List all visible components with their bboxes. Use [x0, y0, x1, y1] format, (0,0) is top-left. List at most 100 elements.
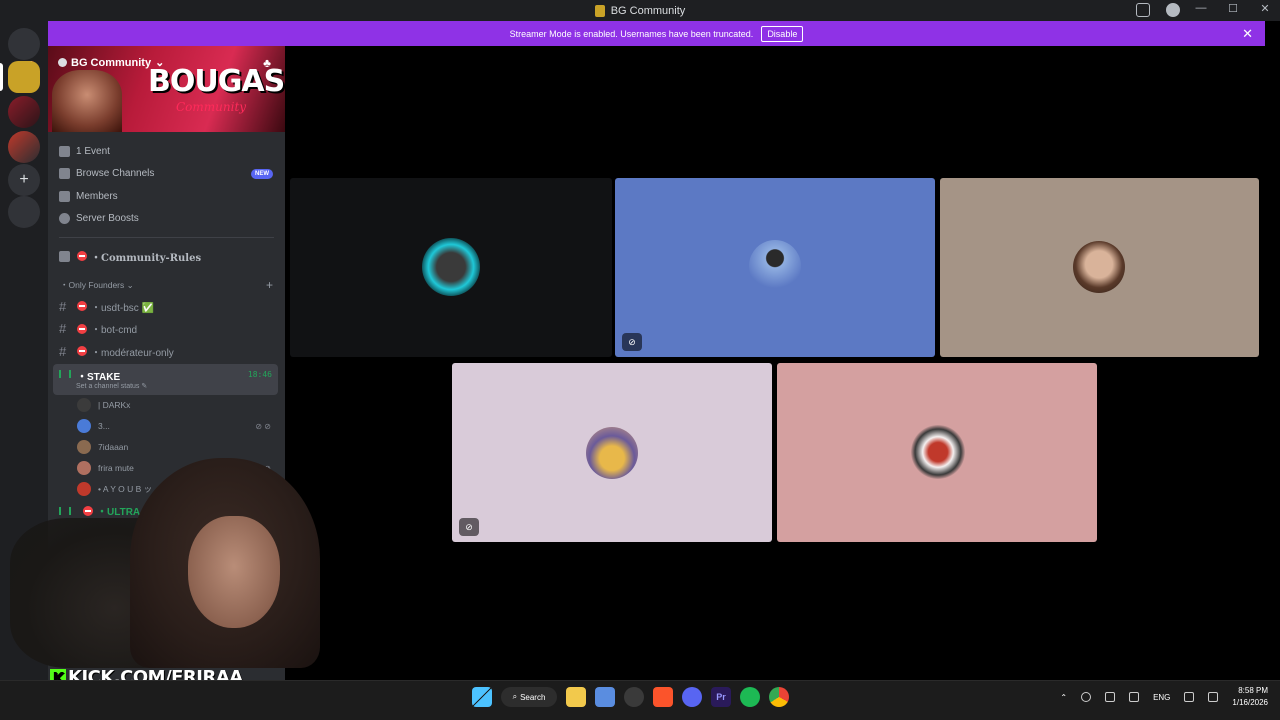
- add-server-icon[interactable]: +: [8, 164, 40, 196]
- keyboard-icon[interactable]: [1129, 692, 1140, 702]
- calendar-icon: [59, 145, 70, 157]
- voice-user[interactable]: 7idaaan: [48, 437, 285, 458]
- video-off-icon: ⊘: [459, 518, 479, 536]
- maximize-button[interactable]: ☐: [1226, 2, 1240, 15]
- chevron-down-icon: ⌄: [155, 57, 165, 69]
- server-banner[interactable]: BOUGASSAA Community BG Community ⌄ ♣: [48, 46, 285, 132]
- hashtag-icon: #: [59, 298, 67, 314]
- server-boosts-item[interactable]: Server Boosts: [48, 208, 285, 231]
- server-bg-community-icon[interactable]: [8, 61, 40, 93]
- help-icon[interactable]: [1166, 3, 1180, 17]
- clock-date: 1/16/2026: [1232, 698, 1268, 707]
- channel-usdt-bsc[interactable]: # ・usdt-bsc ✅: [48, 295, 285, 318]
- channel-label: ・usdt-bsc ✅: [91, 302, 155, 314]
- voice-user[interactable]: 3... ⊘ ⊘: [48, 416, 285, 437]
- close-window-button[interactable]: ✕: [1258, 2, 1272, 15]
- discord-icon[interactable]: [682, 687, 702, 707]
- chrome-icon[interactable]: [769, 687, 789, 707]
- search-label: Search: [520, 692, 546, 702]
- voice-activity-icon: [59, 369, 71, 378]
- browse-channels-label: Browse Channels: [76, 168, 155, 180]
- close-icon[interactable]: ✕: [1242, 26, 1253, 42]
- minimize-button[interactable]: —: [1194, 2, 1208, 15]
- voice-user[interactable]: | DARKx: [48, 395, 285, 416]
- app-logo-icon: [594, 4, 605, 17]
- avatar: [77, 440, 91, 454]
- channel-community-rules[interactable]: ・Community-Rules: [48, 245, 285, 267]
- category-only-founders[interactable]: ・Only Founders ⌄ +: [48, 275, 285, 295]
- hashtag-icon: #: [59, 321, 67, 337]
- voice-user-name: 3...: [98, 421, 110, 431]
- participant-avatar: [911, 425, 965, 479]
- taskbar-clock[interactable]: 8:58 PM 1/16/2026: [1232, 685, 1268, 709]
- dm-home-icon[interactable]: [8, 28, 40, 60]
- stream-tile[interactable]: ⊘: [452, 363, 772, 542]
- file-explorer-icon[interactable]: [566, 687, 586, 707]
- stream-tile[interactable]: [777, 363, 1097, 542]
- windows-taskbar: ⌕ Search Pr ⌃ ENG 8:58 PM 1/16/2026: [0, 680, 1280, 720]
- new-badge: NEW: [251, 168, 273, 179]
- members-label: Members: [76, 190, 118, 202]
- stream-tile[interactable]: [290, 178, 612, 357]
- create-channel-icon[interactable]: +: [266, 278, 273, 292]
- no-entry-icon: [77, 346, 87, 357]
- channel-moderateur-only[interactable]: # ・modérateur-only: [48, 340, 285, 363]
- server-name: BG Community: [71, 56, 152, 69]
- participant-avatar: [1073, 241, 1125, 293]
- voice-timer: 18:46: [247, 369, 272, 379]
- network-icon[interactable]: [1184, 692, 1195, 702]
- channel-label: ・modérateur-only: [91, 347, 174, 359]
- voice-channel-stake[interactable]: ・STAKE Set a channel status ✎ 18:46: [53, 363, 278, 395]
- no-entry-icon: [77, 251, 87, 261]
- divider: [59, 237, 274, 238]
- language-indicator[interactable]: ENG: [1153, 693, 1170, 702]
- premiere-pro-icon[interactable]: Pr: [711, 687, 731, 707]
- screen-share-icon[interactable]: [1136, 3, 1150, 17]
- events-label: 1 Event: [76, 145, 110, 157]
- window-title: BG Community: [610, 4, 686, 17]
- windows-start-icon[interactable]: [472, 687, 492, 707]
- server-boosts-label: Server Boosts: [76, 213, 139, 225]
- obs-icon[interactable]: [624, 687, 644, 707]
- rules-icon: [59, 250, 70, 262]
- set-channel-status[interactable]: Set a channel status ✎: [76, 382, 147, 390]
- streamer-mode-bar: Streamer Mode is enabled. Usernames have…: [48, 21, 1265, 46]
- snipping-tool-icon[interactable]: [595, 687, 615, 707]
- brave-browser-icon[interactable]: [653, 687, 673, 707]
- explore-servers-icon[interactable]: [8, 196, 40, 228]
- banner-image: [52, 70, 122, 132]
- events-item[interactable]: 1 Event: [48, 140, 285, 163]
- category-label: ・Only Founders: [60, 280, 125, 290]
- server-icon-2[interactable]: [8, 96, 40, 128]
- muted-deafened-icon: ⊘ ⊘: [255, 421, 271, 431]
- participant-avatar: [749, 240, 801, 292]
- channel-bot-cmd[interactable]: # ・bot-cmd: [48, 318, 285, 341]
- browse-channels-item[interactable]: Browse Channels NEW: [48, 163, 285, 186]
- avatar: [77, 398, 91, 412]
- server-name-dropdown[interactable]: BG Community ⌄: [58, 56, 164, 69]
- avatar: [77, 419, 91, 433]
- stream-tile[interactable]: [940, 178, 1259, 357]
- hashtag-icon: #: [59, 343, 67, 359]
- volume-icon[interactable]: [1208, 692, 1219, 702]
- onedrive-icon[interactable]: [1081, 692, 1092, 702]
- no-entry-icon: [77, 323, 87, 334]
- server-icon-3[interactable]: [8, 131, 40, 163]
- microphone-icon[interactable]: [1105, 692, 1116, 702]
- search-icon: ⌕: [512, 692, 518, 701]
- video-off-icon: ⊘: [622, 333, 642, 351]
- voice-user-name: 7idaaan: [98, 442, 129, 452]
- chevron-down-icon: ⌄: [126, 280, 134, 290]
- no-entry-icon: [77, 301, 87, 312]
- disable-streamer-mode-button[interactable]: Disable: [761, 25, 804, 42]
- clock-time: 8:58 PM: [1238, 686, 1268, 695]
- invite-people-icon[interactable]: ♣: [263, 56, 271, 70]
- tray-overflow-icon[interactable]: ⌃: [1060, 693, 1067, 702]
- streamer-mode-message: Streamer Mode is enabled. Usernames have…: [509, 28, 754, 39]
- members-icon: [59, 190, 70, 202]
- taskbar-search[interactable]: ⌕ Search: [501, 687, 557, 707]
- stream-tile[interactable]: ⊘: [615, 178, 935, 357]
- members-item[interactable]: Members: [48, 185, 285, 208]
- voice-user-name: | DARKx: [98, 400, 131, 410]
- spotify-icon[interactable]: [740, 687, 760, 707]
